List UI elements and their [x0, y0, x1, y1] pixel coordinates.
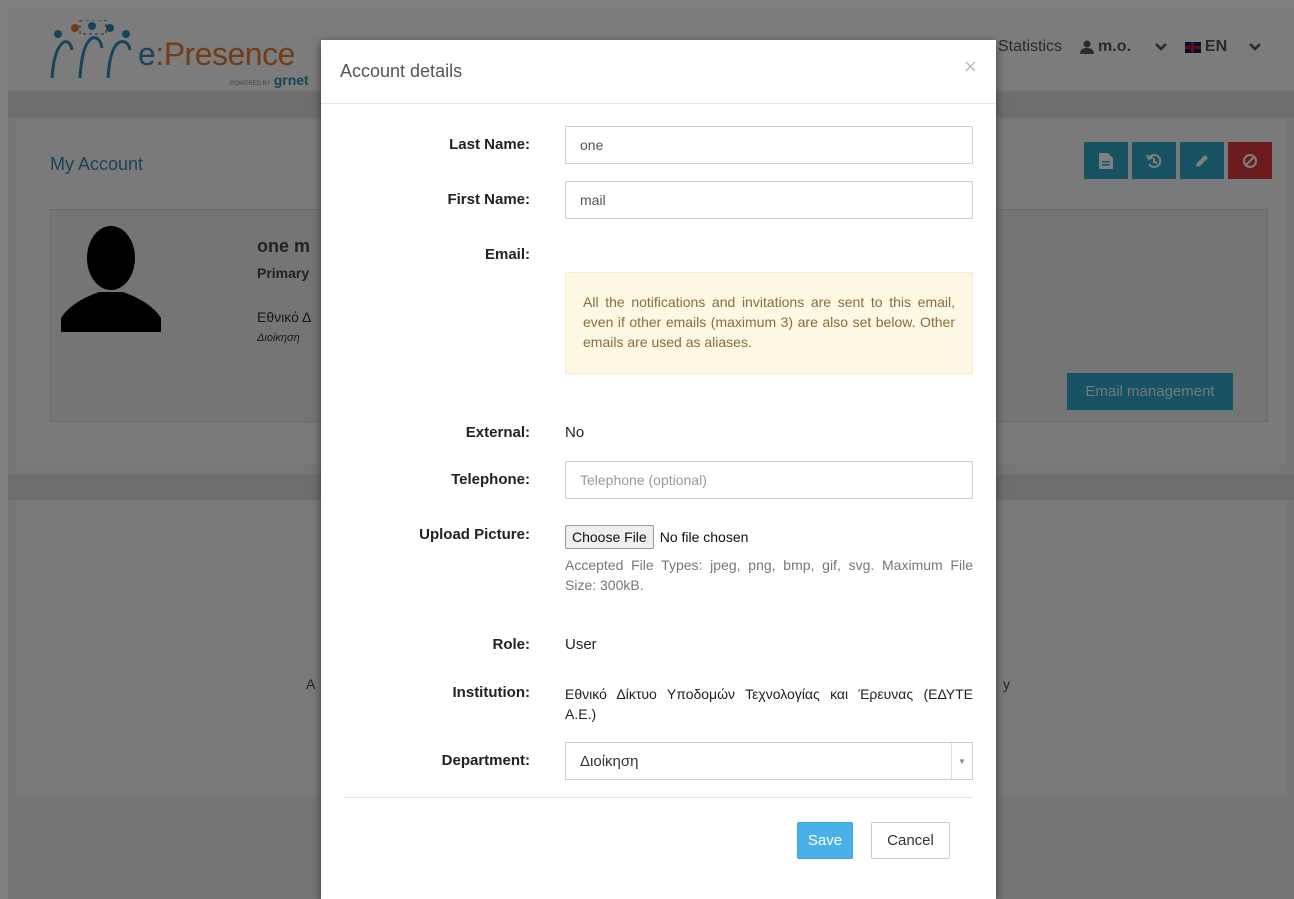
modal-footer-divider: [344, 797, 973, 798]
institution-label: Institution:: [452, 684, 530, 701]
external-label: External:: [465, 424, 530, 441]
telephone-field-wrap: [565, 461, 973, 499]
last-name-field-wrap: [565, 126, 973, 164]
upload-label: Upload Picture:: [419, 526, 530, 543]
email-label: Email:: [484, 246, 530, 263]
account-details-modal: Account details × Last Name: First Name:…: [321, 40, 996, 899]
first-name-field-wrap: [565, 181, 973, 219]
role-label: Role:: [492, 636, 531, 653]
file-input: Choose File No file chosen: [565, 525, 973, 549]
select-arrow-icon: ▼: [951, 743, 972, 779]
department-label: Department:: [441, 752, 530, 769]
first-name-label: First Name:: [447, 191, 530, 208]
email-field-wrap: All the notifications and invitations ar…: [565, 272, 973, 374]
department-select-value: Διοίκηση: [580, 753, 639, 770]
email-notice: All the notifications and invitations ar…: [565, 272, 973, 374]
choose-file-button[interactable]: Choose File: [565, 525, 654, 549]
modal-title: Account details: [340, 61, 463, 81]
save-button[interactable]: Save: [797, 822, 853, 859]
external-value: No: [565, 424, 585, 441]
last-name-input[interactable]: [565, 126, 973, 164]
modal-header: Account details ×: [321, 40, 996, 104]
department-select[interactable]: Διοίκηση ▼: [565, 742, 973, 780]
telephone-label: Telephone:: [451, 471, 530, 488]
upload-help-text: Accepted File Types: jpeg, png, bmp, gif…: [565, 557, 973, 593]
first-name-input[interactable]: [565, 181, 973, 219]
role-value: User: [565, 636, 597, 653]
cancel-button[interactable]: Cancel: [871, 822, 950, 859]
close-icon[interactable]: ×: [963, 56, 978, 77]
institution-value: Εθνικό Δίκτυο Υποδομών Τεχνολογίας και Έ…: [565, 686, 973, 722]
file-status: No file chosen: [659, 529, 749, 545]
upload-field-wrap: Choose File No file chosen Accepted File…: [565, 525, 973, 595]
telephone-input[interactable]: [565, 461, 973, 499]
last-name-label: Last Name:: [449, 136, 530, 153]
department-field-wrap: Διοίκηση ▼: [565, 742, 973, 780]
